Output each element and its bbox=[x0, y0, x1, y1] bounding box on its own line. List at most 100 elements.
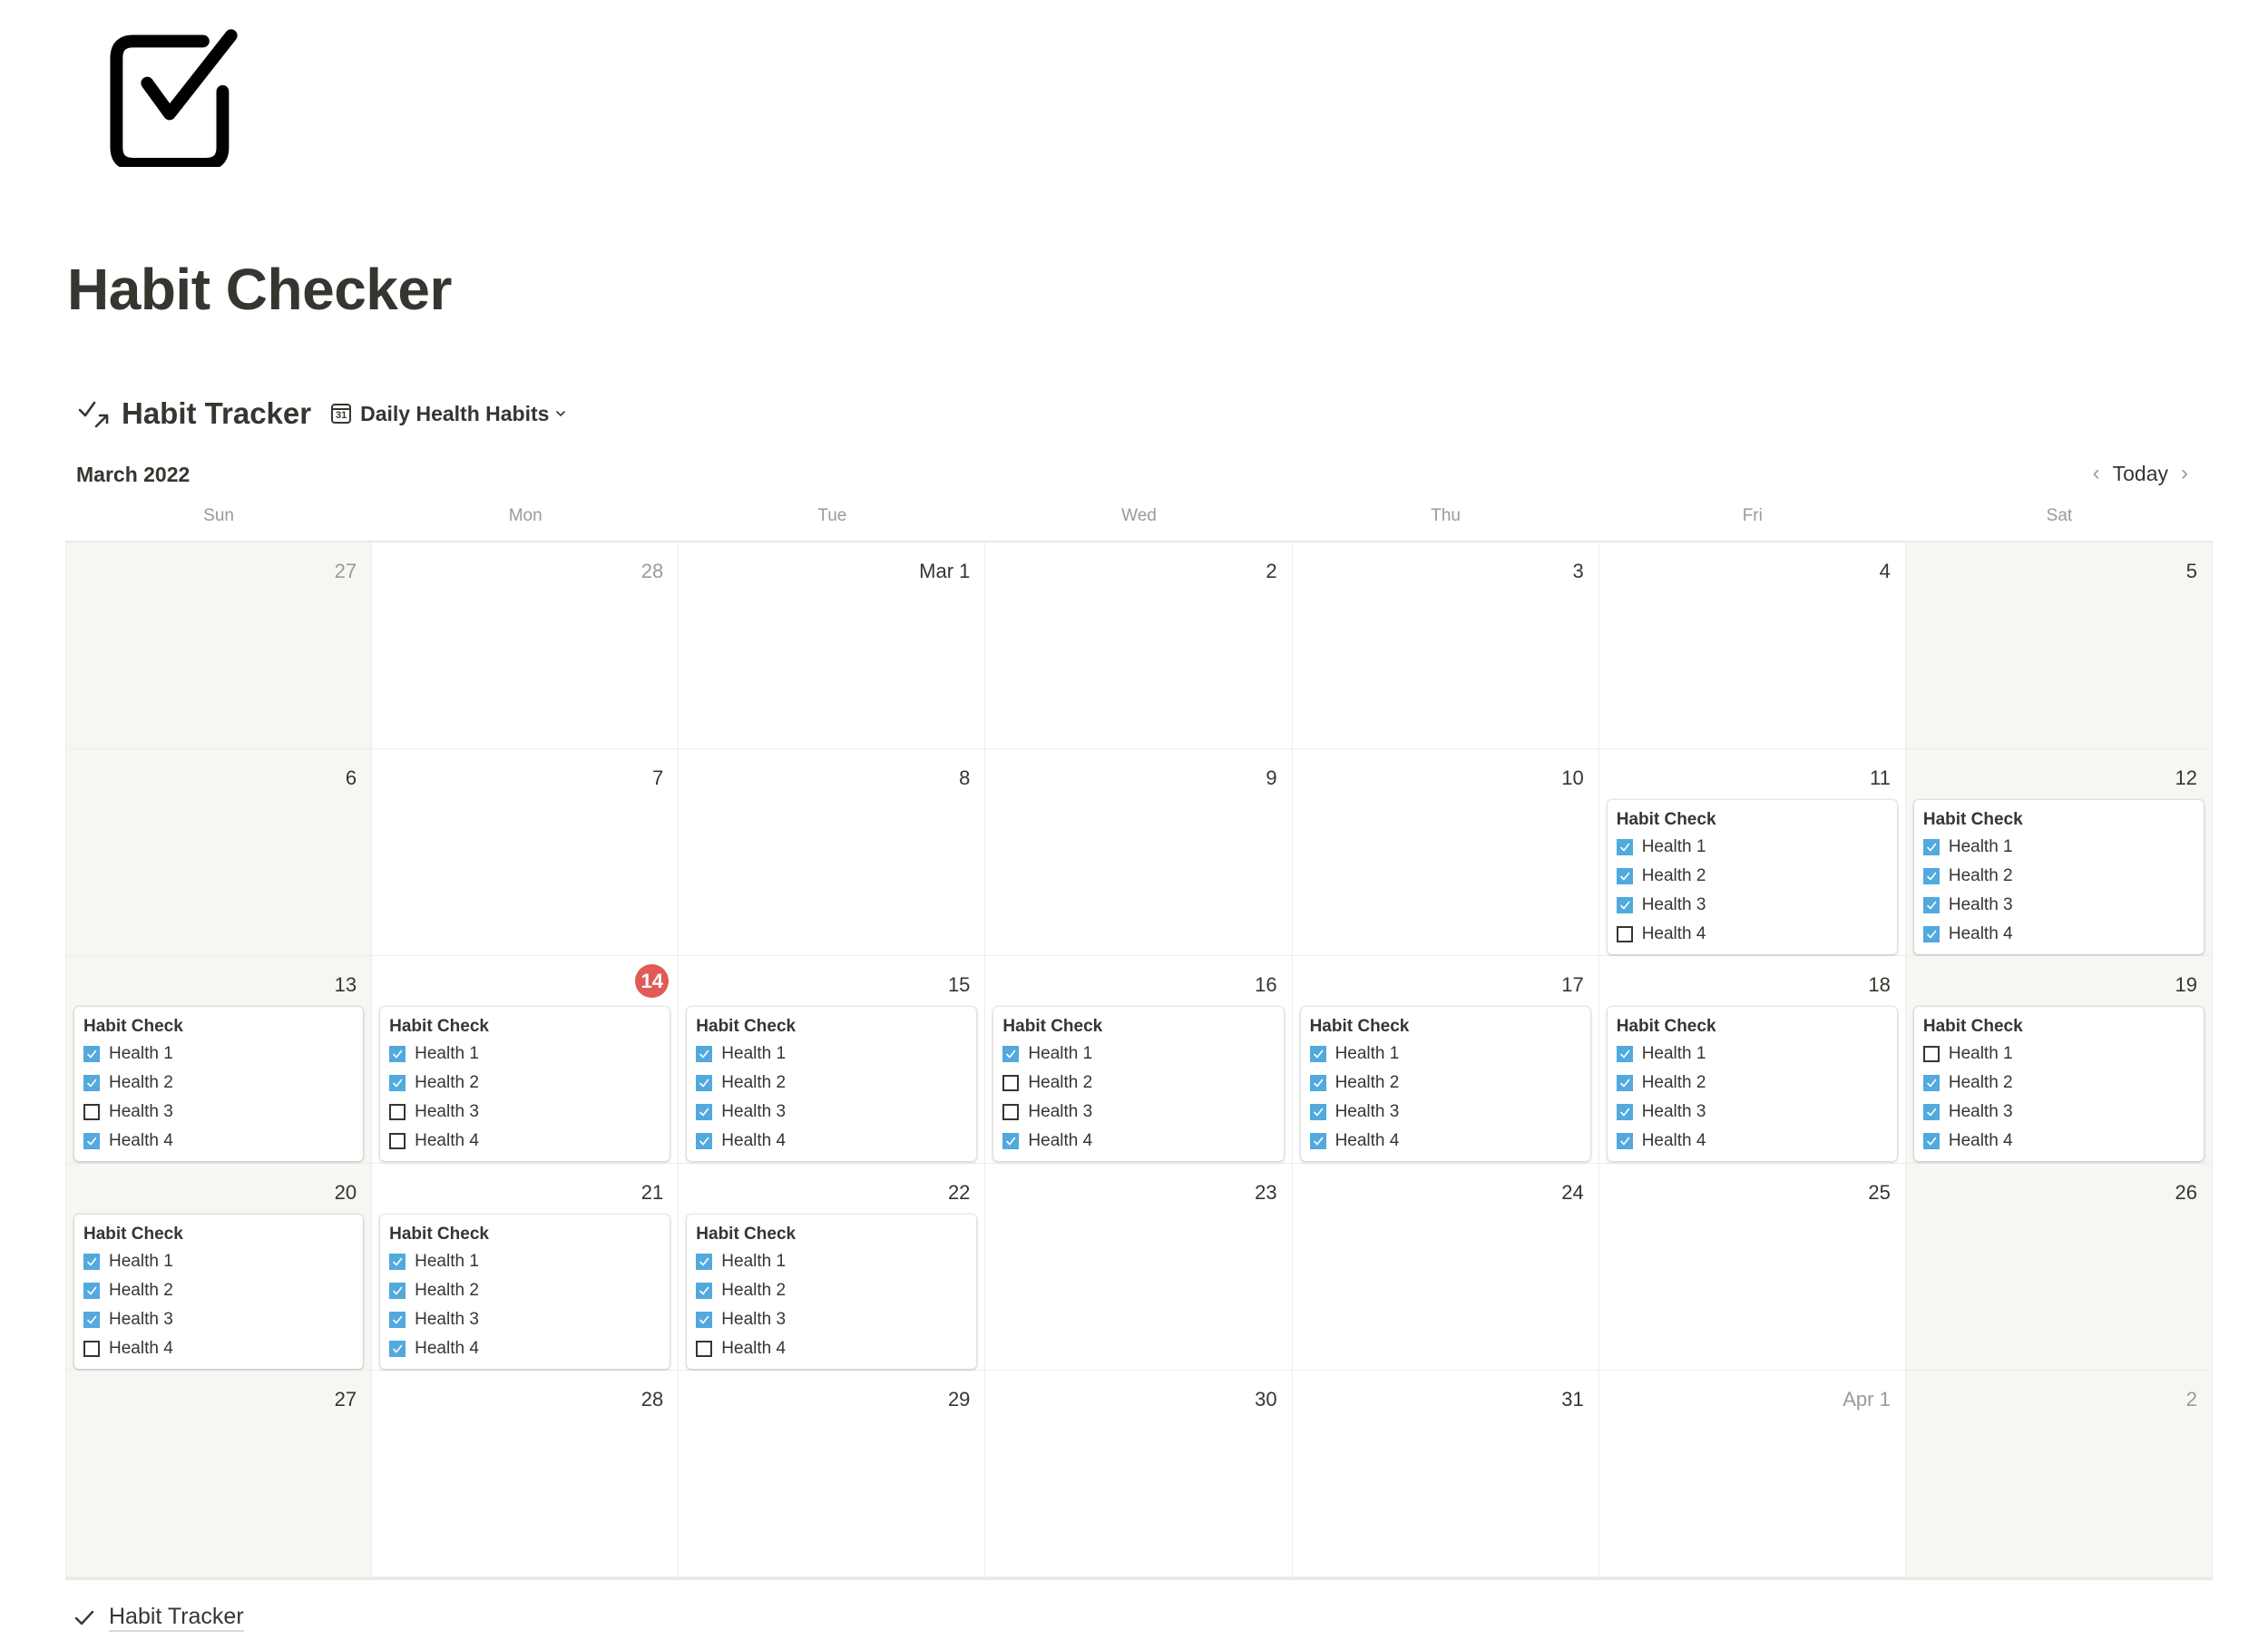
calendar-day-cell[interactable]: Mar 1 bbox=[679, 542, 986, 750]
checkbox-checked[interactable] bbox=[1922, 1133, 1940, 1150]
checkbox-checked[interactable] bbox=[389, 1046, 406, 1063]
checkbox-checked[interactable] bbox=[83, 1311, 100, 1328]
habit-check-card[interactable]: Habit Check Health 1 Health 2 Health 3 Healt… bbox=[687, 1214, 977, 1369]
calendar-day-cell[interactable]: 26 bbox=[1905, 1163, 2213, 1371]
calendar-day-cell[interactable]: 31 bbox=[1292, 1370, 1599, 1577]
checkbox-checked[interactable] bbox=[696, 1075, 713, 1092]
checkbox-checked[interactable] bbox=[696, 1104, 713, 1121]
habit-check-card[interactable]: Habit Check Health 1 Health 2 Health 3 Healt… bbox=[1300, 1007, 1590, 1162]
checkbox-unchecked[interactable] bbox=[1002, 1104, 1020, 1121]
calendar-day-cell[interactable]: 9 bbox=[985, 749, 1293, 957]
checkbox-checked[interactable] bbox=[1616, 1046, 1633, 1063]
checkbox-checked[interactable] bbox=[696, 1311, 713, 1328]
calendar-day-cell[interactable]: 10 bbox=[1292, 749, 1599, 957]
checkbox-checked[interactable] bbox=[389, 1075, 406, 1092]
calendar-day-cell[interactable]: 23 bbox=[985, 1163, 1293, 1371]
checkbox-checked[interactable] bbox=[83, 1075, 100, 1092]
checkbox-unchecked[interactable] bbox=[1616, 926, 1633, 943]
checkbox-checked[interactable] bbox=[696, 1046, 713, 1063]
checkbox-checked[interactable] bbox=[696, 1282, 713, 1299]
calendar-day-cell[interactable]: 27 bbox=[65, 1370, 373, 1577]
calendar-day-cell[interactable]: 28 bbox=[372, 1370, 679, 1577]
checkbox-unchecked[interactable] bbox=[696, 1340, 713, 1357]
checkbox-checked[interactable] bbox=[83, 1282, 100, 1299]
checkbox-unchecked[interactable] bbox=[83, 1340, 100, 1357]
calendar-day-cell[interactable]: 25 bbox=[1598, 1163, 1906, 1371]
calendar-day-cell[interactable]: 18 Habit Check Health 1 Health 2 Health 3 Hea… bbox=[1598, 956, 1906, 1164]
checkbox-checked[interactable] bbox=[83, 1046, 100, 1063]
checkbox-checked[interactable] bbox=[389, 1253, 406, 1270]
habit-tracker-link[interactable]: Habit Tracker bbox=[109, 1604, 244, 1632]
habit-check-card[interactable]: Habit Check Health 1 Health 2 Health 3 Healt… bbox=[1607, 1007, 1897, 1162]
calendar-day-cell[interactable]: 4 bbox=[1598, 542, 1906, 750]
checkbox-checked[interactable] bbox=[1922, 1104, 1940, 1121]
checkbox-checked[interactable] bbox=[389, 1311, 406, 1328]
calendar-day-cell[interactable]: 24 bbox=[1292, 1163, 1599, 1371]
habit-check-card[interactable]: Habit Check Health 1 Health 2 Health 3 Healt… bbox=[1913, 800, 2204, 955]
habit-check-card[interactable]: Habit Check Health 1 Health 2 Health 3 Healt… bbox=[74, 1007, 364, 1162]
calendar-day-cell[interactable]: 27 bbox=[65, 542, 373, 750]
calendar-day-cell[interactable]: 2 bbox=[985, 542, 1293, 750]
calendar-day-cell[interactable]: 12 Habit Check Health 1 Health 2 Health 3 Hea… bbox=[1905, 749, 2213, 957]
calendar-day-cell[interactable]: 8 bbox=[679, 749, 986, 957]
checkbox-checked[interactable] bbox=[389, 1340, 406, 1357]
checkbox-checked[interactable] bbox=[1616, 839, 1633, 856]
checkbox-checked[interactable] bbox=[1616, 1075, 1633, 1092]
habit-check-card[interactable]: Habit Check Health 1 Health 2 Health 3 Healt… bbox=[993, 1007, 1284, 1162]
calendar-day-cell[interactable]: 16 Habit Check Health 1 Health 2 Health 3 Hea… bbox=[985, 956, 1293, 1164]
checkbox-checked[interactable] bbox=[1616, 897, 1633, 914]
calendar-day-cell[interactable]: 7 bbox=[372, 749, 679, 957]
checkbox-unchecked[interactable] bbox=[1002, 1075, 1020, 1092]
checkbox-checked[interactable] bbox=[83, 1253, 100, 1270]
checkbox-checked[interactable] bbox=[1616, 868, 1633, 885]
checkbox-checked[interactable] bbox=[1002, 1046, 1020, 1063]
checkbox-unchecked[interactable] bbox=[1922, 1046, 1940, 1063]
checkbox-checked[interactable] bbox=[1922, 926, 1940, 943]
checkbox-checked[interactable] bbox=[1922, 868, 1940, 885]
calendar-day-cell[interactable]: 30 bbox=[985, 1370, 1293, 1577]
habit-check-card[interactable]: Habit Check Health 1 Health 2 Health 3 Healt… bbox=[687, 1007, 977, 1162]
view-selector[interactable]: 31 Daily Health Habits bbox=[331, 402, 566, 426]
checkbox-checked[interactable] bbox=[1309, 1133, 1326, 1150]
calendar-day-cell[interactable]: 17 Habit Check Health 1 Health 2 Health 3 Hea… bbox=[1292, 956, 1599, 1164]
calendar-day-cell[interactable]: 14 Habit Check Health 1 Health 2 Health 3 Hea… bbox=[372, 956, 679, 1164]
database-title[interactable]: Habit Tracker bbox=[122, 396, 311, 431]
calendar-day-cell[interactable]: 29 bbox=[679, 1370, 986, 1577]
checkbox-checked[interactable] bbox=[1002, 1133, 1020, 1150]
checkbox-checked[interactable] bbox=[1309, 1046, 1326, 1063]
checkbox-checked[interactable] bbox=[1922, 1075, 1940, 1092]
checkbox-checked[interactable] bbox=[696, 1253, 713, 1270]
calendar-day-cell[interactable]: 2 bbox=[1905, 1370, 2213, 1577]
habit-check-card[interactable]: Habit Check Health 1 Health 2 Health 3 Healt… bbox=[1913, 1007, 2204, 1162]
calendar-day-cell[interactable]: 13 Habit Check Health 1 Health 2 Health 3 Hea… bbox=[65, 956, 373, 1164]
calendar-day-cell[interactable]: 28 bbox=[372, 542, 679, 750]
calendar-day-cell[interactable]: 5 bbox=[1905, 542, 2213, 750]
checkbox-checked[interactable] bbox=[1616, 1104, 1633, 1121]
checkbox-checked[interactable] bbox=[83, 1133, 100, 1150]
checkbox-unchecked[interactable] bbox=[83, 1104, 100, 1121]
calendar-day-cell[interactable]: 22 Habit Check Health 1 Health 2 Health 3 Hea… bbox=[679, 1163, 986, 1371]
next-month-button[interactable]: › bbox=[2168, 461, 2201, 486]
checkbox-checked[interactable] bbox=[1922, 897, 1940, 914]
checkbox-checked-icon[interactable] bbox=[102, 27, 243, 167]
habit-check-card[interactable]: Habit Check Health 1 Health 2 Health 3 Healt… bbox=[380, 1214, 670, 1369]
calendar-day-cell[interactable]: 11 Habit Check Health 1 Health 2 Health 3 Hea… bbox=[1598, 749, 1906, 957]
calendar-day-cell[interactable]: 19 Habit Check Health 1 Health 2 Health 3 Hea… bbox=[1905, 956, 2213, 1164]
today-button[interactable]: Today bbox=[2113, 462, 2168, 486]
habit-check-card[interactable]: Habit Check Health 1 Health 2 Health 3 Healt… bbox=[74, 1214, 364, 1369]
calendar-day-cell[interactable]: Apr 1 bbox=[1598, 1370, 1906, 1577]
checkbox-checked[interactable] bbox=[1616, 1133, 1633, 1150]
page-title[interactable]: Habit Checker bbox=[67, 256, 452, 323]
calendar-day-cell[interactable]: 15 Habit Check Health 1 Health 2 Health 3 Hea… bbox=[679, 956, 986, 1164]
calendar-day-cell[interactable]: 21 Habit Check Health 1 Health 2 Health 3 Hea… bbox=[372, 1163, 679, 1371]
checkbox-checked[interactable] bbox=[1309, 1075, 1326, 1092]
habit-check-card[interactable]: Habit Check Health 1 Health 2 Health 3 Healt… bbox=[380, 1007, 670, 1162]
checkbox-unchecked[interactable] bbox=[389, 1104, 406, 1121]
checkbox-unchecked[interactable] bbox=[389, 1133, 406, 1150]
previous-month-button[interactable]: ‹ bbox=[2080, 461, 2113, 486]
calendar-day-cell[interactable]: 20 Habit Check Health 1 Health 2 Health 3 Hea… bbox=[65, 1163, 373, 1371]
habit-check-card[interactable]: Habit Check Health 1 Health 2 Health 3 Healt… bbox=[1607, 800, 1897, 955]
checkbox-checked[interactable] bbox=[1309, 1104, 1326, 1121]
checkbox-checked[interactable] bbox=[696, 1133, 713, 1150]
checkbox-checked[interactable] bbox=[389, 1282, 406, 1299]
